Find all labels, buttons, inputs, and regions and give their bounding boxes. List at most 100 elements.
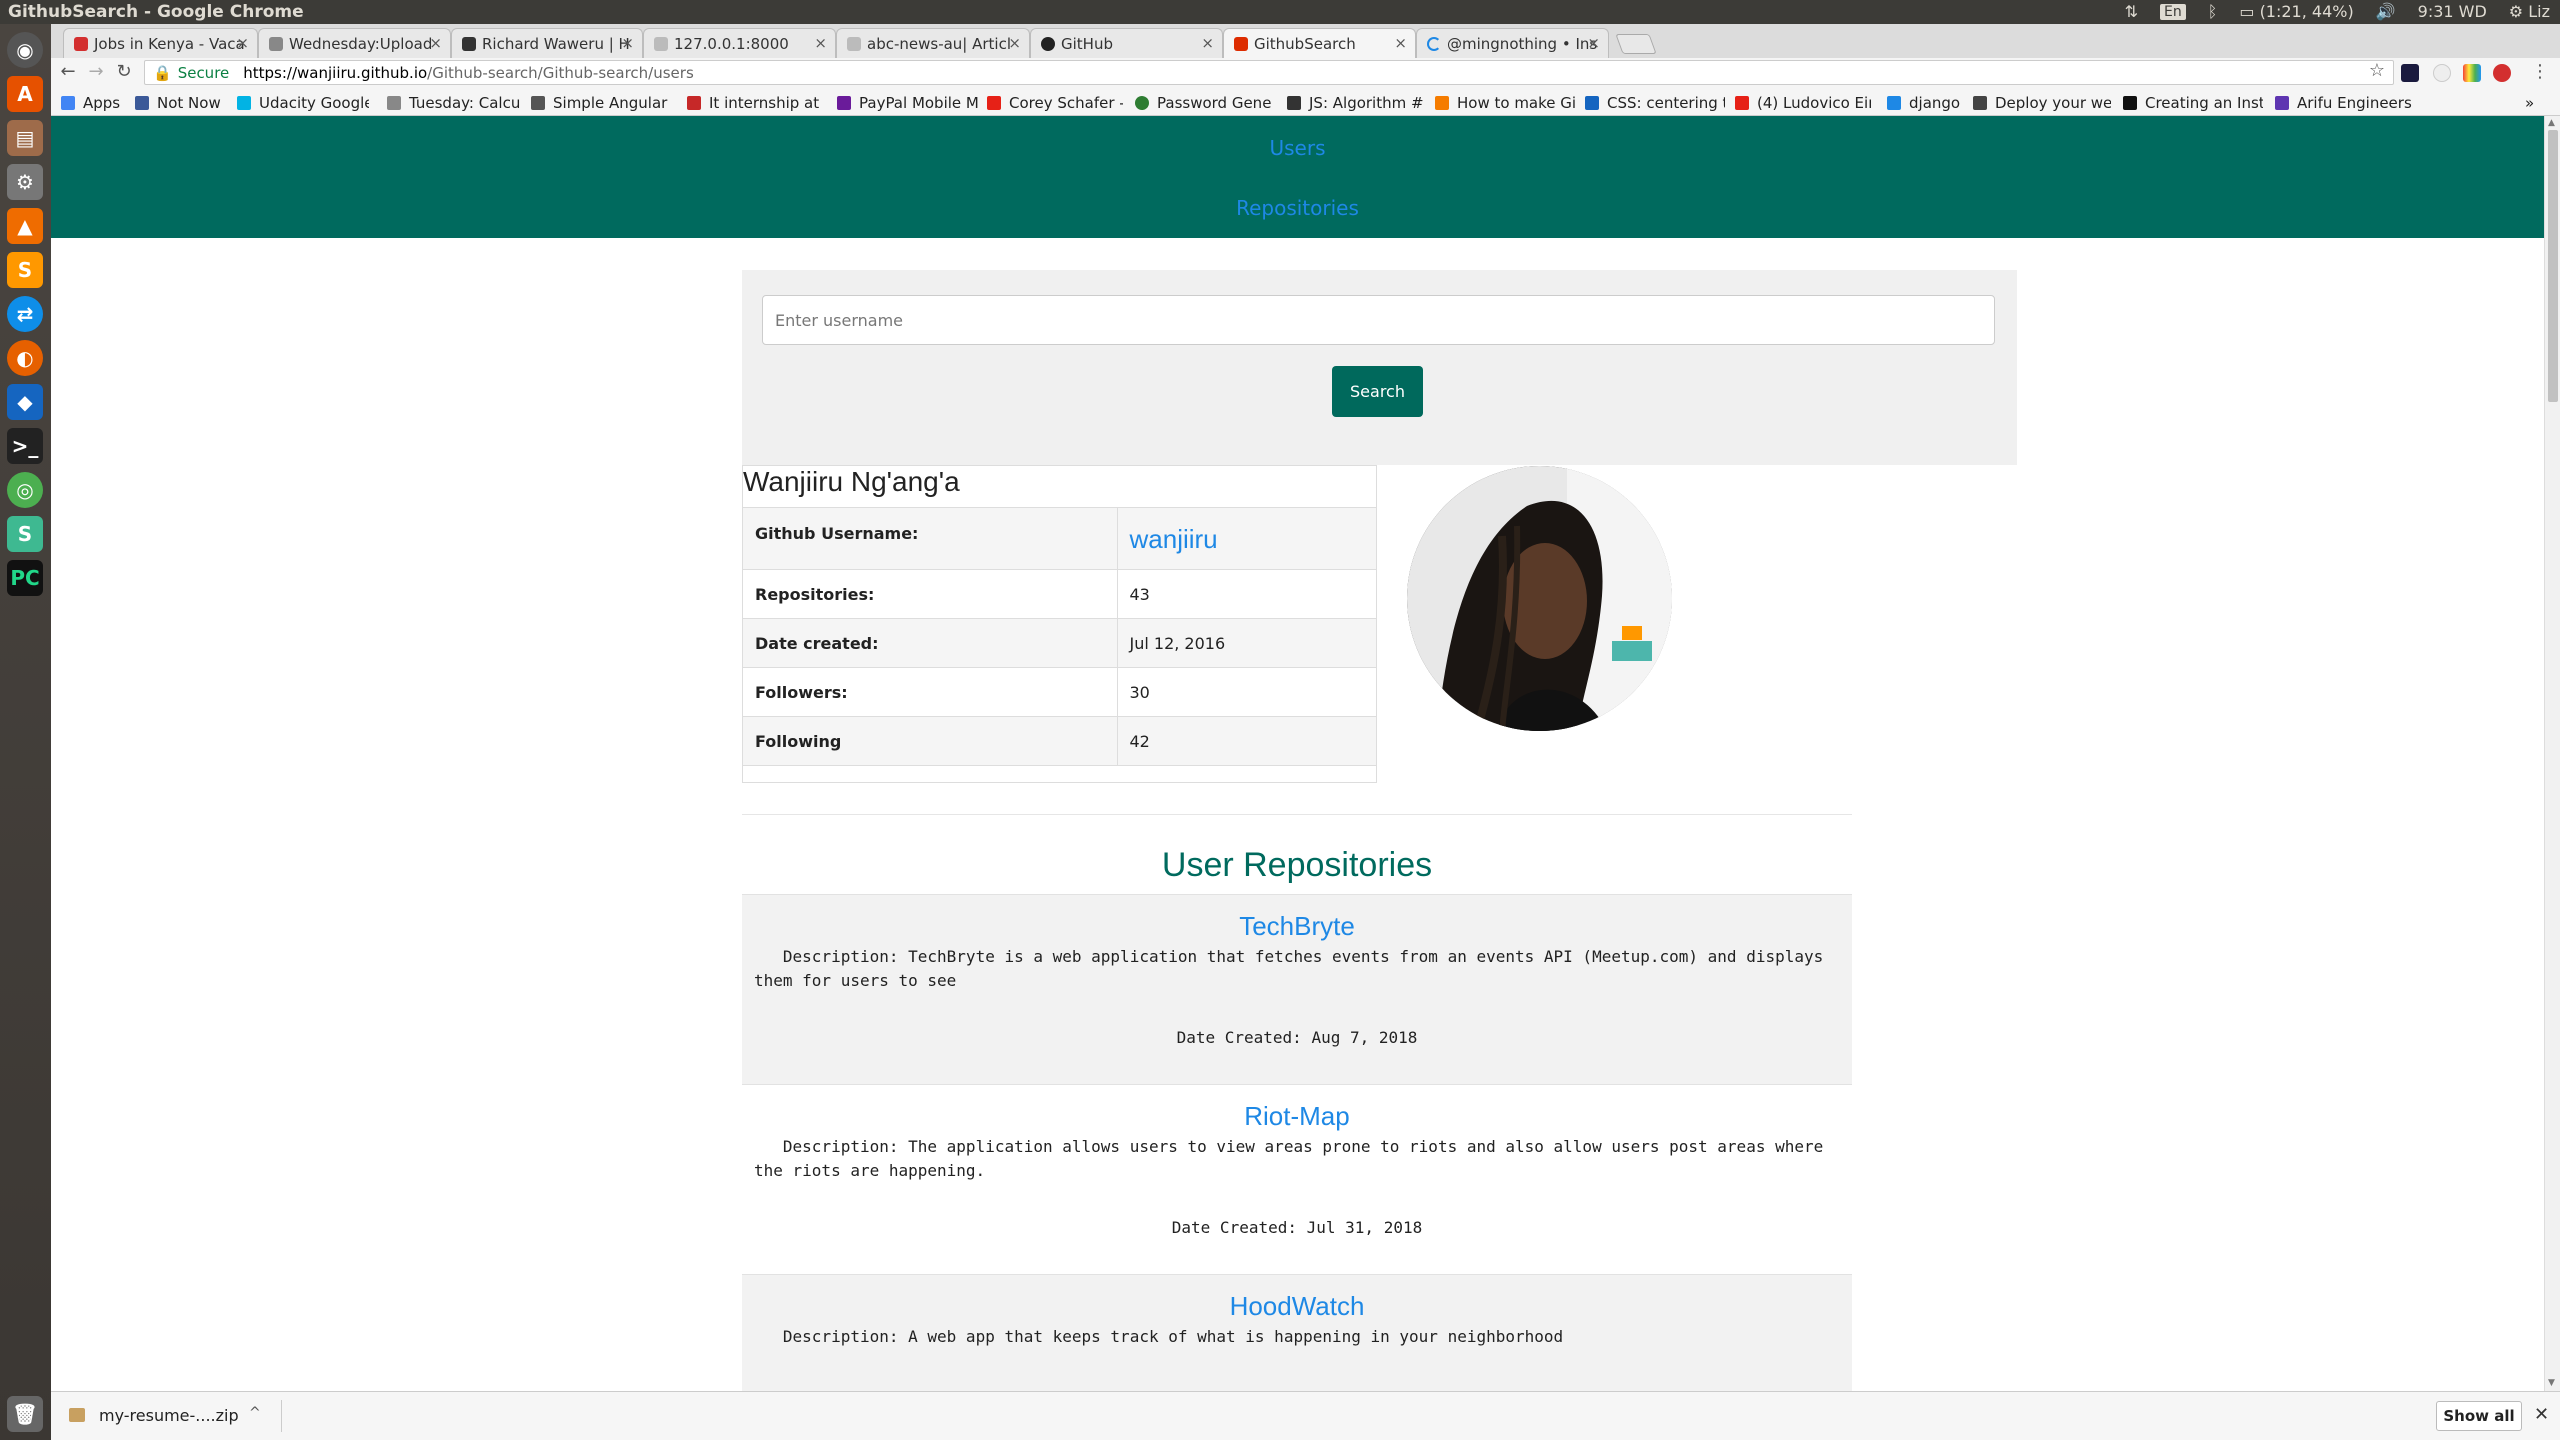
tab-jobs-in-kenya[interactable]: Jobs in Kenya - Vaca ×	[63, 28, 258, 58]
facebook-icon	[135, 96, 149, 110]
file-manager-icon[interactable]: ▤	[7, 120, 43, 156]
udacity-icon	[237, 96, 251, 110]
back-icon[interactable]: ←	[57, 61, 79, 83]
bookmark-how-to-make[interactable]: How to make Gi	[1435, 94, 1575, 112]
search-panel: Search	[742, 270, 2017, 465]
close-tab-icon[interactable]: ×	[621, 34, 634, 52]
bookmark-favicon-icon	[2275, 96, 2289, 110]
vscode-icon[interactable]: ◆	[7, 384, 43, 420]
bookmark-apps[interactable]: Apps	[61, 94, 133, 112]
search-button[interactable]: Search	[1332, 366, 1423, 417]
chevron-up-icon[interactable]: ^	[249, 1405, 261, 1421]
page-scrollbar[interactable]: ▲ ▼	[2544, 116, 2560, 1391]
bookmark-deploy[interactable]: Deploy your we	[1973, 94, 2111, 112]
bookmark-favicon-icon	[1135, 96, 1149, 110]
tab-label: GitHub	[1061, 35, 1113, 53]
tab-localhost[interactable]: 127.0.0.1:8000 ×	[643, 28, 836, 58]
bookmark-css-centering[interactable]: CSS: centering t	[1585, 94, 1725, 112]
terminal-icon[interactable]: >_	[7, 428, 43, 464]
close-tab-icon[interactable]: ×	[814, 34, 827, 52]
trash-icon[interactable]: 🗑	[7, 1396, 43, 1432]
tab-wednesday-upload[interactable]: Wednesday:Upload ×	[258, 28, 451, 58]
tab-richard-waweru[interactable]: Richard Waweru | H ×	[451, 28, 643, 58]
bookmark-paypal[interactable]: PayPal Mobile M	[837, 94, 989, 112]
row-value: 42	[1117, 716, 1376, 766]
battery-text: (1:21, 44%)	[2259, 2, 2354, 21]
bookmark-tuesday[interactable]: Tuesday: Calcula	[387, 94, 521, 112]
bluetooth-icon[interactable]: ᛒ	[2208, 2, 2218, 21]
network-icon[interactable]: ⇅	[2125, 2, 2138, 21]
close-tab-icon[interactable]: ×	[1201, 34, 1214, 52]
bookmark-simple-angular[interactable]: Simple Angular	[531, 94, 671, 112]
pycharm-icon[interactable]: PC	[7, 560, 43, 596]
settings-icon[interactable]: ⚙	[7, 164, 43, 200]
nav-link-users[interactable]: Users	[51, 136, 2544, 160]
clock[interactable]: 9:31 WD	[2418, 2, 2487, 21]
tab-githubsearch[interactable]: GithubSearch ×	[1223, 28, 1416, 58]
close-shelf-icon[interactable]: ✕	[2534, 1404, 2549, 1425]
scrollbar-thumb[interactable]	[2548, 130, 2558, 402]
nav-link-repositories[interactable]: Repositories	[51, 196, 2544, 220]
chrome-icon[interactable]: ◎	[7, 472, 43, 508]
row-value: 30	[1117, 667, 1376, 717]
new-tab-button[interactable]	[1615, 34, 1657, 54]
repositories-heading: User Repositories	[1161, 846, 1433, 884]
browser-toolbar: ← → ↻ 🔒 Secure https://wanjiiru.github.io/…	[51, 58, 2560, 88]
address-bar[interactable]: 🔒 Secure https://wanjiiru.github.io/Github…	[144, 60, 2394, 85]
sublime-icon[interactable]: S	[7, 252, 43, 288]
bookmark-js-algorithm[interactable]: JS: Algorithm #	[1287, 94, 1423, 112]
row-value: 43	[1117, 569, 1376, 619]
slack-icon[interactable]: S	[7, 516, 43, 552]
keyboard-layout-indicator[interactable]: En	[2160, 3, 2186, 20]
bookmark-creating-an-inst[interactable]: Creating an Inst	[2123, 94, 2263, 112]
vlc-icon[interactable]: ▲	[7, 208, 43, 244]
teamviewer-icon[interactable]: ⇄	[7, 296, 43, 332]
bookmark-password-generator[interactable]: Password Gene	[1135, 94, 1277, 112]
bookmark-udacity[interactable]: Udacity Google	[237, 94, 369, 112]
repo-name-link[interactable]: HoodWatch	[742, 1291, 1852, 1322]
tab-github[interactable]: GitHub ×	[1030, 28, 1223, 58]
tab-abc-news[interactable]: abc-news-au| Articl ×	[836, 28, 1030, 58]
avatar-photo	[1407, 466, 1672, 731]
chrome-menu-icon[interactable]: ⋮	[2529, 61, 2551, 83]
session-menu[interactable]: ⚙ Liz	[2509, 2, 2550, 21]
colorzilla-extension-icon[interactable]	[2463, 64, 2481, 82]
close-tab-icon[interactable]: ×	[429, 34, 442, 52]
book-icon	[1973, 96, 1987, 110]
bookmark-label: JS: Algorithm #	[1309, 94, 1423, 112]
dash-icon[interactable]: ◉	[7, 32, 43, 68]
repo-card: Riot-Map Description: The application al…	[742, 1084, 1852, 1274]
repo-name-link[interactable]: TechBryte	[742, 911, 1852, 942]
lastpass-extension-icon[interactable]	[2493, 64, 2511, 82]
repo-name-link[interactable]: Riot-Map	[742, 1101, 1852, 1132]
close-tab-icon[interactable]: ×	[1587, 34, 1600, 52]
bookmark-corey-schafer[interactable]: Corey Schafer -	[987, 94, 1123, 112]
tab-instagram[interactable]: @mingnothing • Ins ×	[1416, 28, 1609, 58]
scroll-up-icon[interactable]: ▲	[2548, 118, 2555, 128]
repo-card: HoodWatch Description: A web app that ke…	[742, 1274, 1852, 1391]
battery-indicator[interactable]: ▭ (1:21, 44%)	[2239, 2, 2353, 21]
bookmark-ludovico[interactable]: (4) Ludovico Ein	[1735, 94, 1871, 112]
row-label: Followers:	[743, 667, 1118, 717]
username-search-input[interactable]	[762, 295, 1995, 345]
close-tab-icon[interactable]: ×	[1394, 34, 1407, 52]
pocket-extension-icon[interactable]	[2401, 64, 2419, 82]
close-tab-icon[interactable]: ×	[236, 34, 249, 52]
bookmark-django[interactable]: django	[1887, 94, 1977, 112]
reload-icon[interactable]: ↻	[113, 61, 135, 83]
bookmarks-overflow-icon[interactable]: »	[2525, 94, 2534, 112]
extension-icon[interactable]	[2433, 64, 2451, 82]
close-tab-icon[interactable]: ×	[1008, 34, 1021, 52]
bookmark-it-internship[interactable]: It internship at	[687, 94, 823, 112]
bookmark-not-now[interactable]: Not Now	[135, 94, 233, 112]
firefox-icon[interactable]: ◐	[7, 340, 43, 376]
show-all-downloads-button[interactable]: Show all	[2436, 1401, 2522, 1431]
bookmark-star-icon[interactable]: ☆	[2366, 60, 2388, 82]
software-center-icon[interactable]: A	[7, 76, 43, 112]
github-username-link[interactable]: wanjiiru	[1130, 524, 1218, 554]
scroll-down-icon[interactable]: ▼	[2548, 1378, 2555, 1388]
volume-icon[interactable]: 🔊	[2376, 2, 2396, 21]
bookmark-arifu[interactable]: Arifu Engineers	[2275, 94, 2435, 112]
forward-icon[interactable]: →	[85, 61, 107, 83]
download-item[interactable]: my-resume-....zip	[69, 1406, 239, 1425]
